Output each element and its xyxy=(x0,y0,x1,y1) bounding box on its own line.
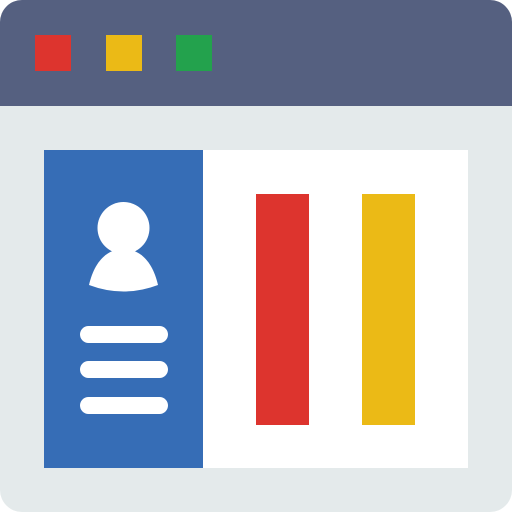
browser-window xyxy=(0,0,512,512)
profile-panel xyxy=(44,150,203,468)
bar-red xyxy=(256,194,309,425)
title-bar xyxy=(0,0,512,106)
info-line xyxy=(80,326,168,343)
profile-card xyxy=(44,150,468,468)
avatar-shoulders xyxy=(89,249,158,292)
minimize-button[interactable] xyxy=(106,35,142,71)
info-line xyxy=(80,361,168,378)
info-line xyxy=(80,397,168,414)
maximize-button[interactable] xyxy=(176,35,212,71)
window-content xyxy=(0,106,512,512)
close-button[interactable] xyxy=(35,35,71,71)
bar-panel xyxy=(203,150,468,468)
bar-yellow xyxy=(362,194,415,425)
avatar-head xyxy=(97,202,150,254)
user-silhouette-icon xyxy=(89,202,158,292)
